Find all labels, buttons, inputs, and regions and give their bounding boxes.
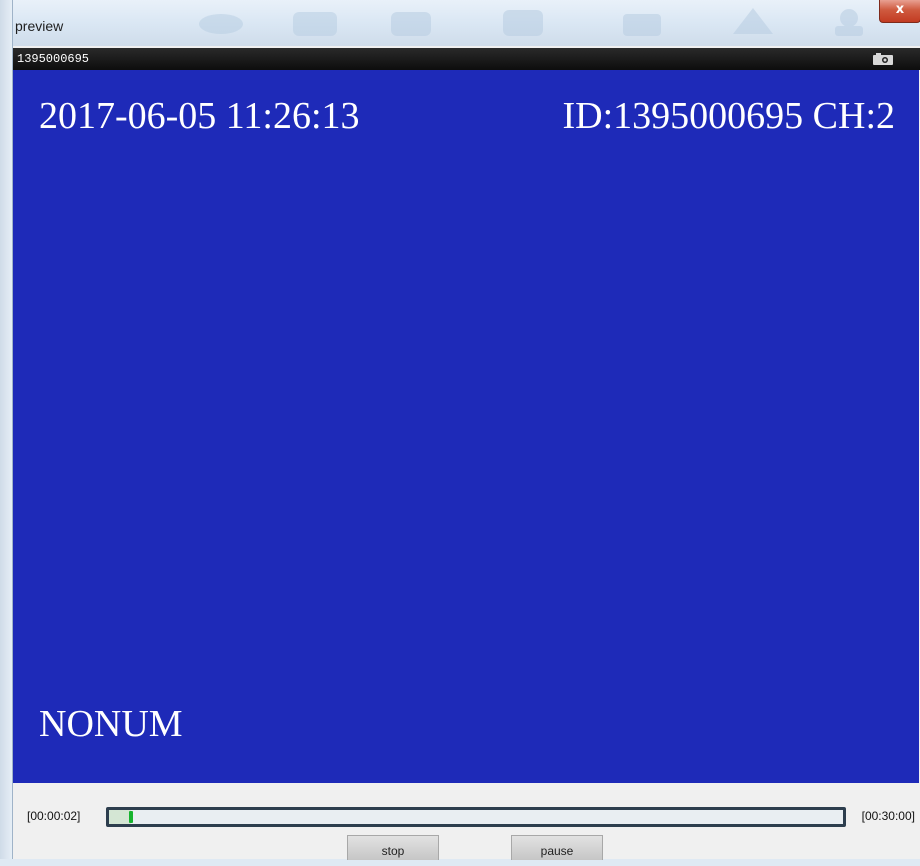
preview-window: preview x 1395000695 2017-06-05 11:26:13…	[12, 0, 920, 860]
stop-button[interactable]: stop	[347, 835, 439, 860]
video-header-bar: 1395000695	[13, 48, 920, 70]
close-button[interactable]: x	[879, 0, 920, 23]
video-viewport[interactable]: 2017-06-05 11:26:13 ID:1395000695 CH:2 N…	[13, 70, 919, 783]
window-title: preview	[15, 18, 64, 34]
osd-id-channel: ID:1395000695 CH:2	[562, 95, 896, 137]
osd-status-text: NONUM	[39, 703, 183, 745]
device-id-label: 1395000695	[17, 52, 90, 66]
progress-fill	[109, 810, 131, 824]
close-icon: x	[895, 2, 905, 17]
total-time: [00:30:00]	[861, 809, 915, 823]
title-bar[interactable]: preview x	[13, 0, 920, 46]
pause-button[interactable]: pause	[511, 835, 603, 860]
desktop-edge	[0, 0, 12, 859]
camera-icon[interactable]	[873, 53, 893, 65]
background-toolbar-icons	[199, 8, 863, 36]
playback-controls: [00:00:02] [00:30:00] stop pause	[13, 783, 920, 860]
progress-thumb[interactable]	[129, 811, 133, 823]
progress-bar[interactable]	[106, 807, 846, 827]
osd-datetime: 2017-06-05 11:26:13	[39, 95, 360, 137]
elapsed-time: [00:00:02]	[27, 809, 81, 823]
